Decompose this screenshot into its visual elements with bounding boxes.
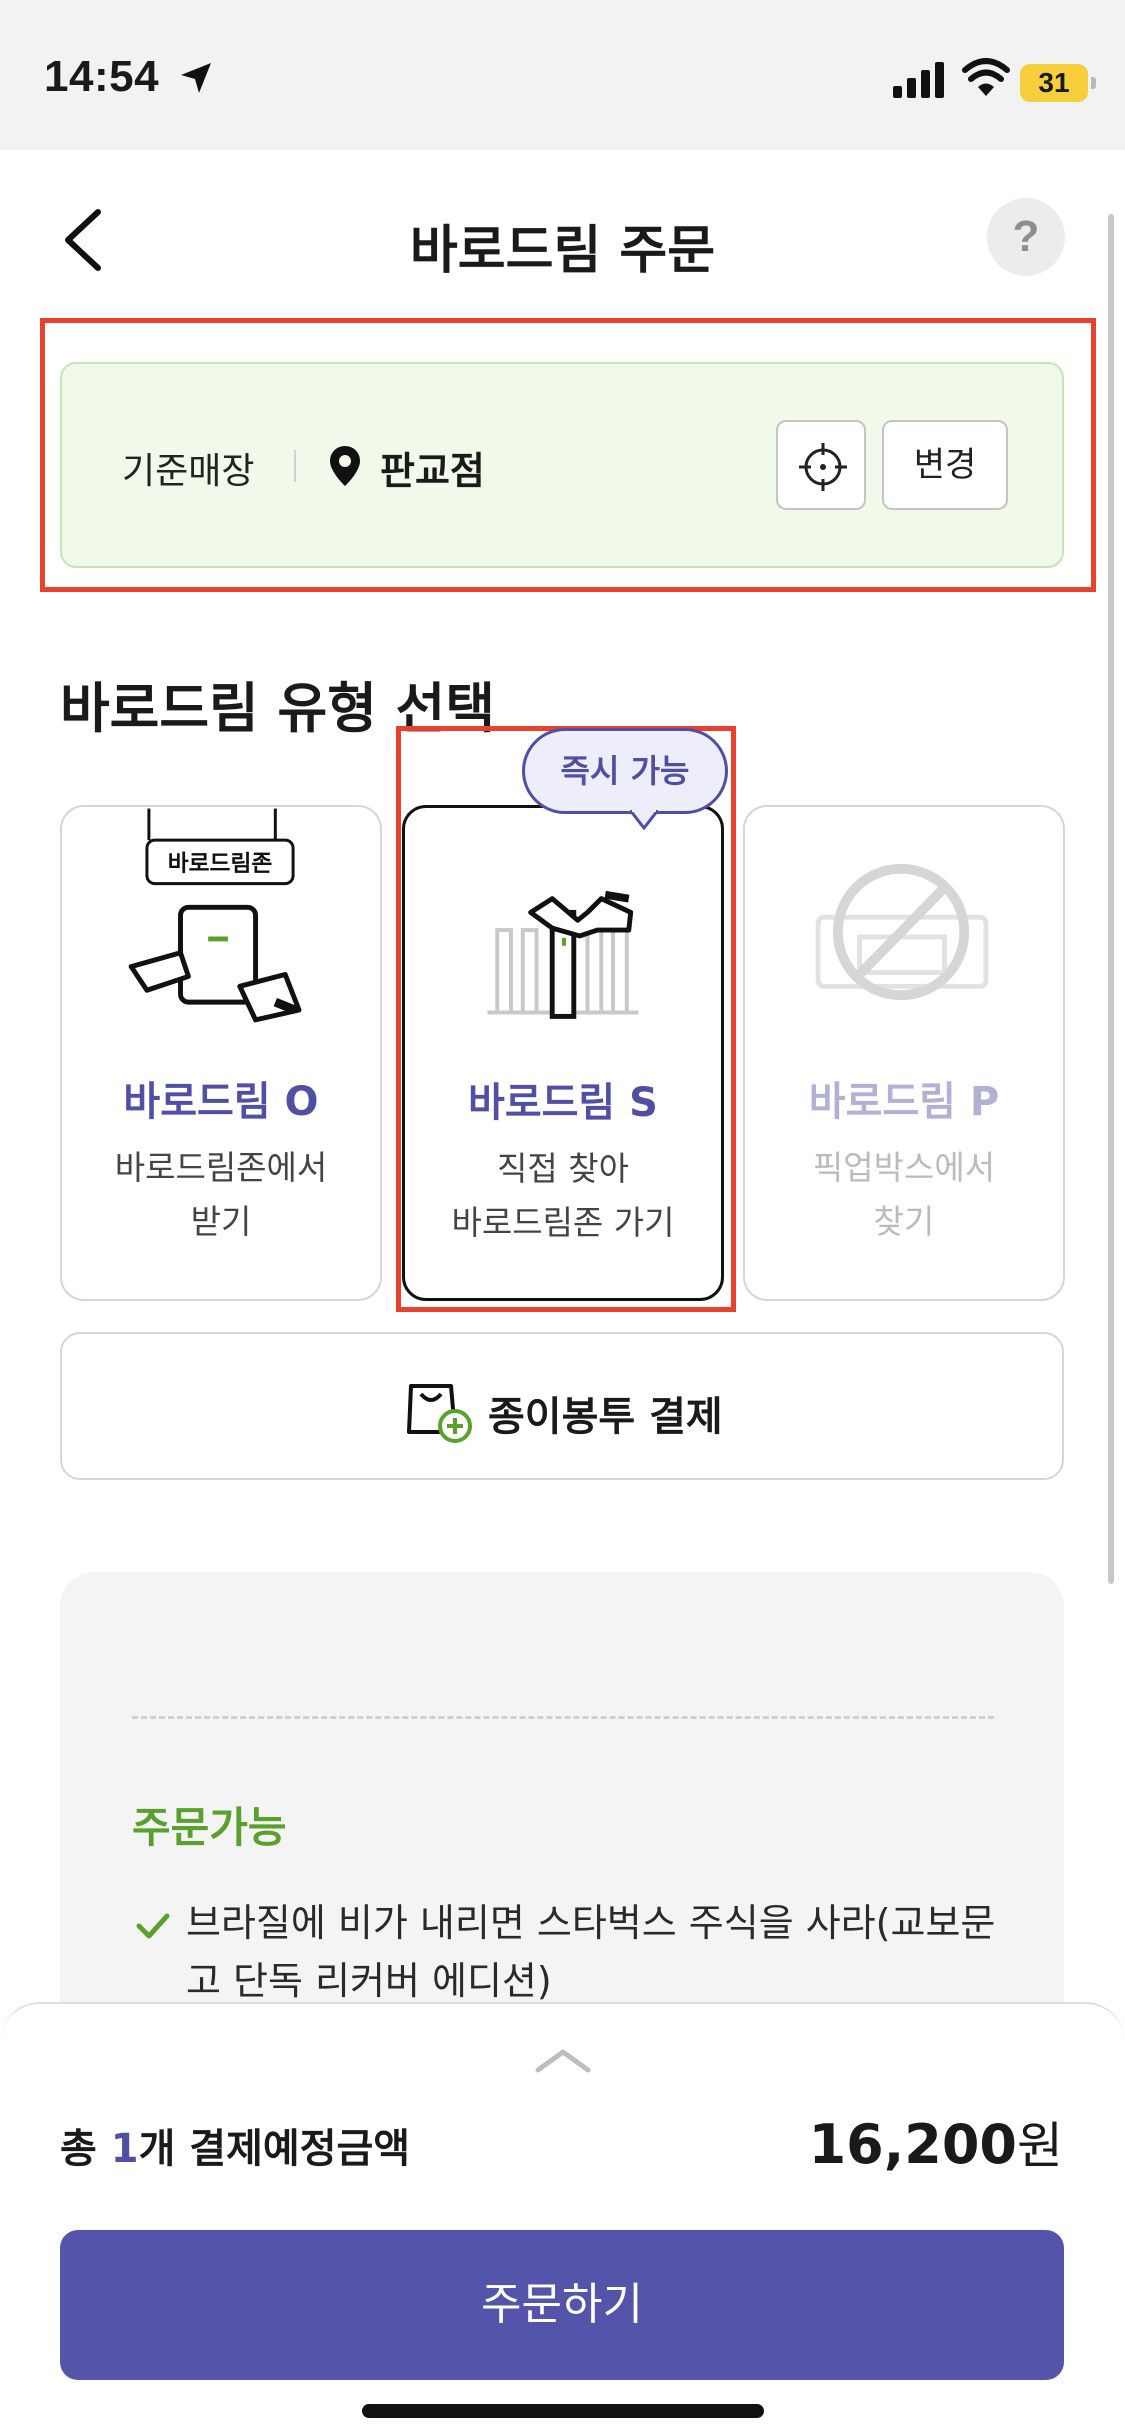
type-card-desc-line: 바로드림존에서 (114, 1148, 328, 1187)
type-card-title: 바로드림 O (123, 1079, 319, 1125)
type-card-desc: 직접 찾아 바로드림존 가기 (405, 1142, 721, 1250)
chevron-up-icon[interactable] (534, 2046, 592, 2074)
total-prefix: 총 (60, 2126, 111, 2172)
paper-bag-label: 종이봉투 결제 (488, 1394, 723, 1440)
bottom-sheet: 총 1개 결제예정금액 16,200원 주문하기 (0, 2002, 1125, 2436)
crosshair-icon (799, 443, 847, 491)
self-pickup-illustration (487, 890, 639, 1019)
page-title: 바로드림 주문 (409, 221, 716, 281)
paper-bag-button[interactable]: 종이봉투 결제 (60, 1332, 1064, 1480)
map-pin-icon (330, 446, 360, 486)
order-button[interactable]: 주문하기 (60, 2230, 1064, 2380)
type-card-desc-line: 픽업박스에서 (812, 1148, 996, 1187)
total-amount-value: 16,200 (808, 2113, 1017, 2176)
availability-status: 주문가능 (132, 1803, 287, 1852)
currency-unit: 원 (1017, 2117, 1063, 2175)
total-label: 총 1개 결제예정금액 (60, 2116, 410, 2174)
type-card-desc-line: 바로드림존 가기 (451, 1203, 675, 1242)
type-card-s[interactable]: 바로드림 S 직접 찾아 바로드림존 가기 (402, 805, 724, 1301)
checkmark-icon (136, 1913, 170, 1939)
total-amount: 16,200원 (809, 2106, 1063, 2178)
change-store-button[interactable]: 변경 (882, 420, 1008, 510)
wifi-icon (962, 58, 1010, 96)
pickup-box-unavailable-illustration (815, 863, 989, 1001)
total-count: 1 (110, 2126, 139, 2172)
scrollbar[interactable] (1108, 214, 1114, 1584)
dashed-divider (132, 1716, 994, 1719)
type-card-desc-line: 찾기 (873, 1202, 935, 1241)
type-card-p: 바로드림 P 픽업박스에서 찾기 (743, 805, 1065, 1301)
instant-available-tooltip: 즉시 가능 (522, 728, 728, 814)
type-card-desc: 바로드림존에서 받기 (62, 1141, 380, 1249)
store-label: 기준매장 (122, 451, 255, 492)
tooltip-tail (630, 810, 658, 830)
status-time: 14:54 (44, 52, 160, 101)
help-button[interactable]: ? (987, 198, 1065, 276)
type-card-o[interactable]: 바로드림존 바로드림 O 바로드림존에서 받기 (60, 805, 382, 1301)
current-location-button[interactable] (776, 420, 866, 510)
type-card-title: 바로드림 P (808, 1079, 1000, 1125)
store-name: 판교점 (380, 449, 485, 493)
type-card-title: 바로드림 S (468, 1080, 658, 1126)
cellular-signal-icon (893, 62, 944, 98)
zone-sign-text: 바로드림존 (168, 851, 273, 877)
shopping-bag-add-icon (407, 1384, 472, 1443)
store-card: 기준매장 판교점 변경 (60, 362, 1064, 568)
type-section-title: 바로드림 유형 선택 (60, 677, 496, 740)
total-suffix: 개 결제예정금액 (138, 2126, 411, 2172)
type-card-desc: 픽업박스에서 찾기 (745, 1141, 1063, 1249)
home-indicator (362, 2404, 764, 2418)
type-card-desc-line: 직접 찾아 (497, 1149, 629, 1188)
store-divider (294, 450, 296, 482)
battery-indicator: 31 (1020, 64, 1096, 102)
handover-zone-illustration: 바로드림존 (128, 808, 302, 1023)
order-item-title: 브라질에 비가 내리면 스타벅스 주식을 사라(교보문고 단독 리커버 에디션) (186, 1901, 996, 2003)
status-bar: 14:54 31 (0, 0, 1125, 150)
location-arrow-icon (181, 63, 211, 93)
type-card-desc-line: 받기 (190, 1202, 252, 1241)
